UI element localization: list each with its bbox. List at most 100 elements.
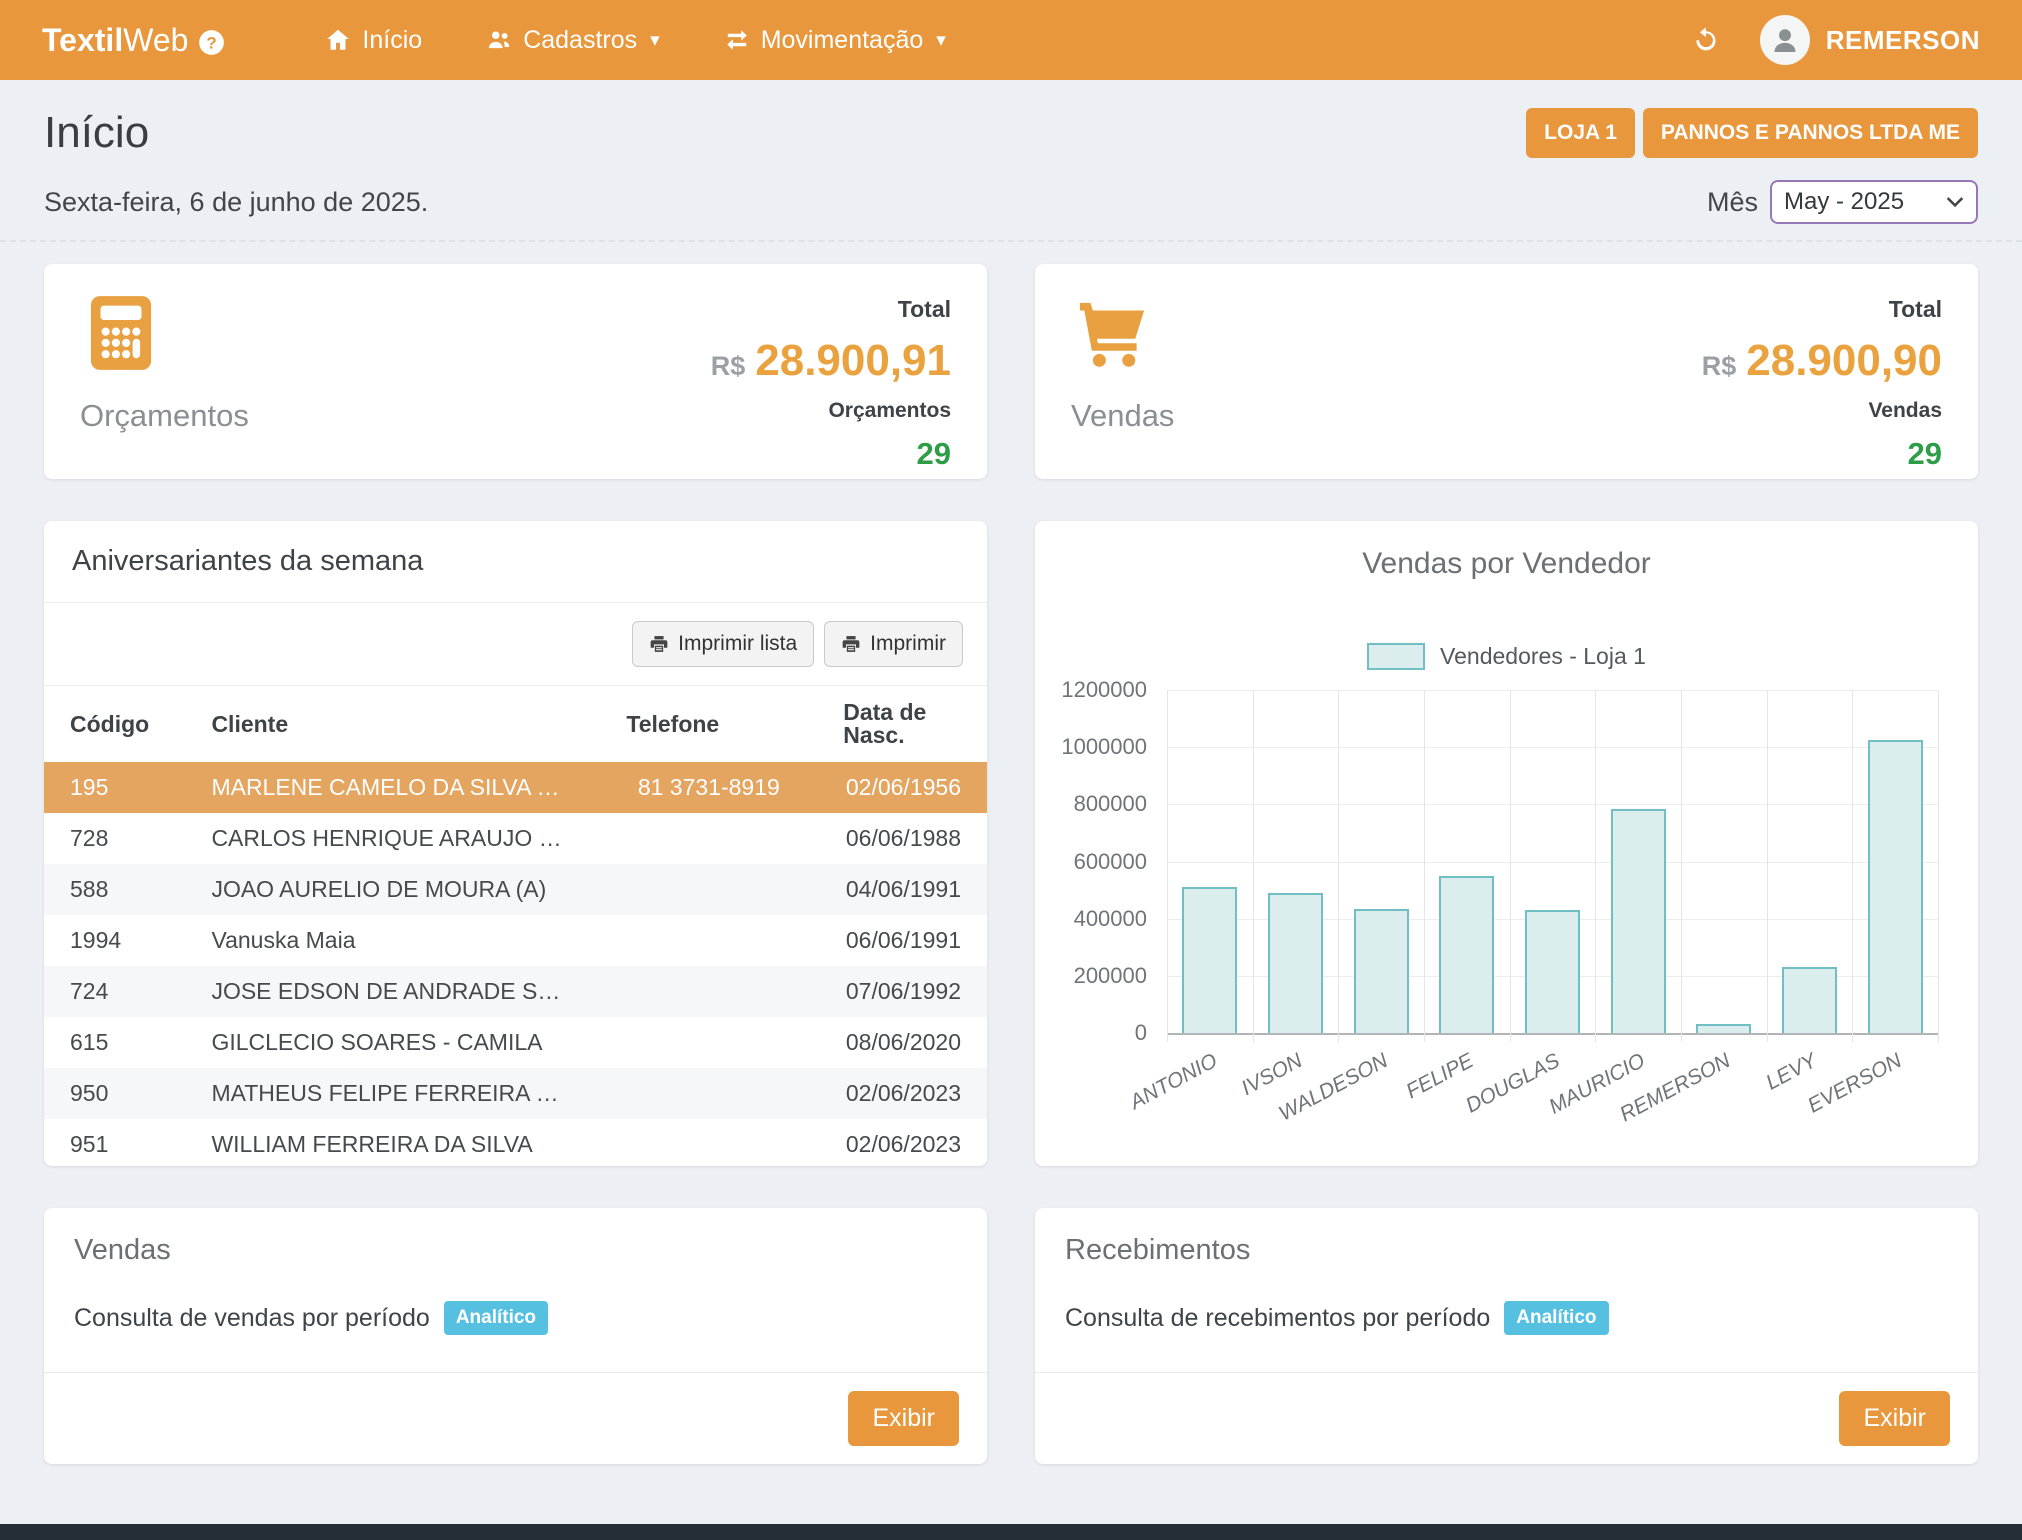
vendas-stat-card: Vendas Total R$ 28.900,90 Vendas 29	[1035, 264, 1978, 479]
printer-icon	[841, 634, 861, 654]
chart-legend[interactable]: Vendedores - Loja 1	[1035, 643, 1978, 670]
birthday-table: Código Cliente Telefone Data de Nasc. 19…	[44, 686, 987, 1166]
y-tick-label: 400000	[1074, 906, 1147, 932]
stat-count: 29	[917, 436, 951, 472]
person-icon	[1768, 23, 1802, 57]
navbar-right: REMERSON	[1692, 15, 1980, 65]
table-row[interactable]: 950MATHEUS FELIPE FERREIRA …02/06/2023	[44, 1068, 987, 1119]
chart-y-axis: 020000040000060000080000010000001200000	[1063, 690, 1157, 1035]
chart-bar-felipe	[1439, 876, 1494, 1033]
calculator-icon	[80, 292, 162, 374]
stat-count: 29	[1908, 436, 1942, 472]
user-menu[interactable]: REMERSON	[1760, 15, 1980, 65]
footer-bar	[0, 1524, 2022, 1540]
y-tick-label: 800000	[1074, 791, 1147, 817]
recebimentos-card-text: Consulta de recebimentos por período	[1065, 1304, 1490, 1333]
chart-bar-waldeson	[1354, 909, 1409, 1033]
nav-item-label: Cadastros	[523, 26, 637, 55]
col-data-nasc: Data de Nasc.	[817, 686, 987, 762]
table-row[interactable]: 951WILLIAM FERREIRA DA SILVA02/06/2023	[44, 1119, 987, 1166]
svg-text:?: ?	[207, 33, 217, 52]
caret-down-icon: ▾	[936, 29, 946, 52]
recebimentos-exibir-button[interactable]: Exibir	[1839, 1391, 1950, 1446]
exchange-icon	[724, 27, 750, 53]
current-date: Sexta-feira, 6 de junho de 2025.	[44, 187, 428, 218]
y-tick-label: 1200000	[1061, 677, 1147, 703]
nav-menu: Início Cadastros ▾ Movimentação ▾	[325, 26, 945, 55]
table-row[interactable]: 724JOSE EDSON DE ANDRADE S…07/06/1992	[44, 966, 987, 1017]
chart-bar-douglas	[1525, 910, 1580, 1033]
brand-logo[interactable]: TextilWeb ?	[42, 22, 225, 59]
caret-down-icon: ▾	[650, 29, 660, 52]
col-codigo: Código	[44, 686, 185, 762]
brand-text: TextilWeb	[42, 22, 188, 59]
month-select-value: May - 2025	[1784, 188, 1904, 216]
month-label: Mês	[1707, 187, 1758, 218]
recebimentos-card-title: Recebimentos	[1065, 1234, 1948, 1267]
print-list-button[interactable]: Imprimir lista	[632, 621, 814, 667]
page-content: Início LOJA 1 PANNOS E PANNOS LTDA ME Se…	[0, 80, 2022, 1464]
table-row[interactable]: 615GILCLECIO SOARES - CAMILA08/06/2020	[44, 1017, 987, 1068]
month-select[interactable]: May - 2025	[1770, 180, 1978, 224]
store-button[interactable]: LOJA 1	[1526, 108, 1635, 158]
nav-item-label: Movimentação	[761, 26, 924, 55]
col-cliente: Cliente	[185, 686, 600, 762]
home-icon	[325, 27, 351, 53]
company-button[interactable]: PANNOS E PANNOS LTDA ME	[1643, 108, 1978, 158]
chart-bar-remerson	[1696, 1024, 1751, 1033]
vendas-card-title: Vendas	[74, 1234, 957, 1267]
chevron-down-icon	[1946, 196, 1964, 208]
table-row[interactable]: 195MARLENE CAMELO DA SILVA …81 3731-8919…	[44, 762, 987, 813]
currency-symbol: R$	[711, 351, 746, 382]
nav-item-inicio[interactable]: Início	[325, 26, 422, 55]
printer-icon	[649, 634, 669, 654]
table-header-row: Código Cliente Telefone Data de Nasc.	[44, 686, 987, 762]
chart-panel: Vendas por Vendedor Vendedores - Loja 1 …	[1035, 521, 1978, 1166]
x-tick-label: ANTONIO	[1126, 1049, 1221, 1115]
x-tick-label: EVERSON	[1804, 1049, 1906, 1118]
analitico-badge: Analítico	[1504, 1301, 1608, 1335]
y-tick-label: 0	[1135, 1020, 1147, 1046]
table-row[interactable]: 728CARLOS HENRIQUE ARAUJO …06/06/1988	[44, 813, 987, 864]
legend-label: Vendedores - Loja 1	[1440, 643, 1646, 670]
x-tick-label: DOUGLAS	[1462, 1049, 1564, 1118]
x-tick-label: LEVY	[1762, 1049, 1821, 1095]
col-telefone: Telefone	[600, 686, 817, 762]
cart-icon	[1071, 292, 1153, 374]
table-row[interactable]: 1994Vanuska Maia06/06/1991	[44, 915, 987, 966]
count-label: Orçamentos	[828, 399, 951, 423]
vendas-card-text: Consulta de vendas por período	[74, 1304, 430, 1333]
recebimentos-card: Recebimentos Consulta de recebimentos po…	[1035, 1208, 1978, 1464]
y-tick-label: 1000000	[1061, 734, 1147, 760]
username: REMERSON	[1826, 25, 1980, 56]
chart-title: Vendas por Vendedor	[1035, 547, 1978, 581]
chart-bar-antonio	[1182, 887, 1237, 1033]
nav-item-movimentacao[interactable]: Movimentação ▾	[724, 26, 946, 55]
vendas-exibir-button[interactable]: Exibir	[848, 1391, 959, 1446]
stat-label: Vendas	[1071, 398, 1174, 434]
table-row[interactable]: 588JOAO AURELIO DE MOURA (A)04/06/1991	[44, 864, 987, 915]
total-label: Total	[898, 296, 951, 323]
analitico-badge: Analítico	[444, 1301, 548, 1335]
print-button[interactable]: Imprimir	[824, 621, 963, 667]
chart-plot: ANTONIOIVSONWALDESONFELIPEDOUGLASMAURICI…	[1167, 690, 1938, 1035]
nav-item-label: Início	[362, 26, 422, 55]
chart-bar-levy	[1782, 967, 1837, 1033]
nav-item-cadastros[interactable]: Cadastros ▾	[486, 26, 660, 55]
birthdays-panel: Aniversariantes da semana Imprimir lista…	[44, 521, 987, 1166]
stat-amount: 28.900,90	[1746, 336, 1942, 386]
legend-swatch	[1367, 643, 1425, 670]
birthday-table-body: 195MARLENE CAMELO DA SILVA …81 3731-8919…	[44, 762, 987, 1166]
refresh-icon[interactable]	[1692, 26, 1720, 54]
y-tick-label: 200000	[1074, 963, 1147, 989]
chart-area: 020000040000060000080000010000001200000 …	[1063, 684, 1944, 1154]
chart-bar-mauricio	[1611, 809, 1666, 1033]
total-label: Total	[1889, 296, 1942, 323]
question-circle-icon[interactable]: ?	[198, 27, 225, 54]
users-icon	[486, 27, 512, 53]
navbar: TextilWeb ? Início Cadastros ▾ Movimenta…	[0, 0, 2022, 80]
birthdays-title: Aniversariantes da semana	[44, 521, 987, 603]
avatar	[1760, 15, 1810, 65]
chart-bar-everson	[1868, 740, 1923, 1033]
vendas-card: Vendas Consulta de vendas por período An…	[44, 1208, 987, 1464]
